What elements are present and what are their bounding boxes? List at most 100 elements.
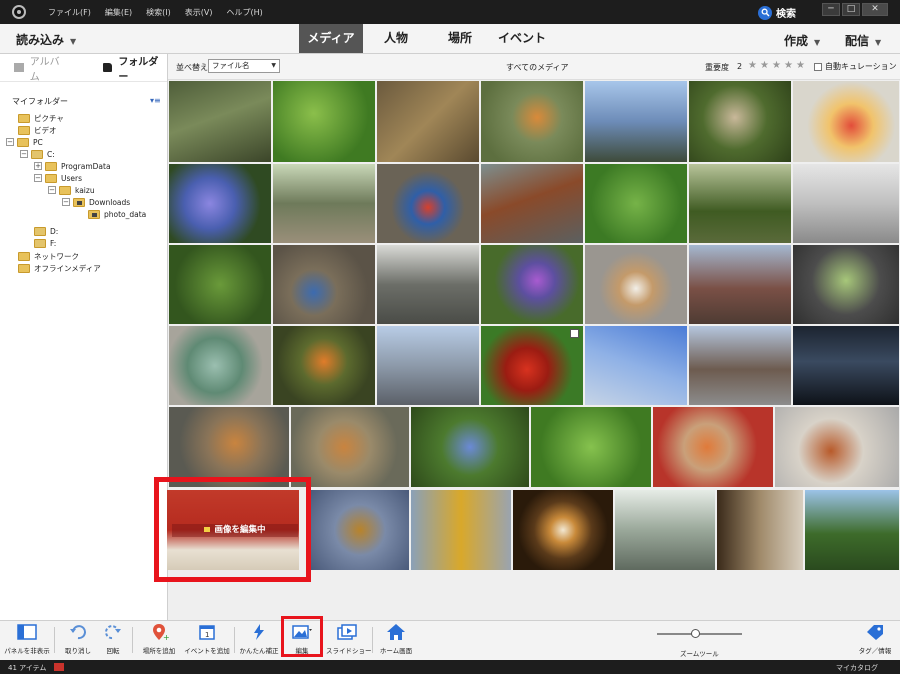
- tag-icon: [864, 623, 886, 641]
- media-thumbnail[interactable]: [169, 326, 271, 405]
- tree-item-kaizu[interactable]: − kaizu: [48, 184, 95, 196]
- media-thumbnail[interactable]: [531, 407, 651, 487]
- zoom-slider-handle[interactable]: [690, 629, 700, 638]
- media-thumbnail[interactable]: [717, 490, 803, 570]
- tree-item-videos[interactable]: ビデオ: [18, 124, 57, 136]
- tab-media[interactable]: メディア: [299, 24, 363, 53]
- media-thumbnail[interactable]: [311, 490, 409, 570]
- media-thumbnail[interactable]: [585, 326, 687, 405]
- import-button[interactable]: 読み込み ▼: [16, 31, 76, 48]
- menu-view[interactable]: 表示(V): [185, 7, 213, 18]
- add-place-button[interactable]: + 場所を追加: [138, 623, 180, 659]
- rotate-button[interactable]: 回転: [98, 623, 128, 659]
- media-thumbnail[interactable]: [689, 164, 791, 243]
- media-thumbnail[interactable]: [513, 490, 613, 570]
- media-thumbnail[interactable]: [481, 164, 583, 243]
- tree-item-network[interactable]: ネットワーク: [18, 250, 79, 262]
- media-thumbnail[interactable]: [585, 245, 687, 324]
- expand-icon[interactable]: +: [34, 162, 42, 170]
- media-thumbnail[interactable]: [411, 490, 511, 570]
- media-thumbnail[interactable]: [169, 245, 271, 324]
- tab-album[interactable]: アルバム: [14, 53, 69, 83]
- media-thumbnail[interactable]: [793, 81, 899, 162]
- status-flag-icon[interactable]: [54, 663, 64, 671]
- list-options-icon[interactable]: ▾≡: [150, 96, 161, 105]
- menu-edit[interactable]: 編集(E): [105, 7, 132, 18]
- menu-file[interactable]: ファイル(F): [48, 7, 91, 18]
- star-icon[interactable]: ★: [772, 60, 781, 71]
- create-button[interactable]: 作成 ▼: [784, 32, 820, 49]
- star-icon[interactable]: ★: [760, 60, 769, 71]
- tree-item-drive-d[interactable]: D:: [34, 225, 58, 237]
- tab-people[interactable]: 人物: [372, 24, 420, 53]
- share-button[interactable]: 配信 ▼: [845, 32, 881, 49]
- media-thumbnail[interactable]: [585, 164, 687, 243]
- media-thumbnail[interactable]: [377, 81, 479, 162]
- tree-item-pictures[interactable]: ピクチャ: [18, 112, 64, 124]
- auto-curate-toggle[interactable]: 自動キュレーション: [814, 61, 897, 72]
- media-thumbnail[interactable]: [481, 326, 583, 405]
- collapse-icon[interactable]: −: [48, 186, 56, 194]
- tags-info-button[interactable]: タグ／情報: [854, 623, 896, 659]
- catalog-name[interactable]: マイカタログ: [836, 663, 878, 673]
- media-thumbnail[interactable]: [273, 81, 375, 162]
- media-thumbnail[interactable]: [775, 407, 899, 487]
- tree-item-pc[interactable]: − PC: [6, 136, 43, 148]
- search-button[interactable]: 検索: [758, 5, 796, 20]
- media-thumbnail[interactable]: [377, 245, 479, 324]
- tree-item-drive-f[interactable]: F:: [34, 237, 56, 249]
- media-thumbnail[interactable]: [291, 407, 409, 487]
- media-thumbnail[interactable]: [273, 164, 375, 243]
- collapse-icon[interactable]: −: [6, 138, 14, 146]
- minimize-button[interactable]: ─: [822, 3, 840, 16]
- home-screen-button[interactable]: ホーム画面: [376, 623, 416, 659]
- tree-item-drive-c[interactable]: − C:: [20, 148, 55, 160]
- media-thumbnail[interactable]: [805, 490, 899, 570]
- media-thumbnail[interactable]: [169, 81, 271, 162]
- maximize-button[interactable]: □: [842, 3, 860, 16]
- media-thumbnail[interactable]: [481, 245, 583, 324]
- media-thumbnail[interactable]: [273, 245, 375, 324]
- media-thumbnail[interactable]: [481, 81, 583, 162]
- media-thumbnail[interactable]: [585, 81, 687, 162]
- star-icon[interactable]: ★: [796, 60, 805, 71]
- sort-select-value: ファイル名: [212, 61, 250, 70]
- close-button[interactable]: ✕: [862, 3, 888, 16]
- tree-item-downloads[interactable]: − Downloads: [62, 196, 130, 208]
- media-thumbnail[interactable]: [689, 326, 791, 405]
- media-thumbnail[interactable]: [793, 164, 899, 243]
- menu-find[interactable]: 検索(I): [146, 7, 171, 18]
- media-thumbnail[interactable]: [793, 326, 899, 405]
- media-thumbnail[interactable]: [377, 326, 479, 405]
- undo-button[interactable]: 取り消し: [60, 623, 96, 659]
- media-thumbnail[interactable]: [411, 407, 529, 487]
- slideshow-button[interactable]: スライドショー: [326, 623, 372, 659]
- media-thumbnail[interactable]: [169, 164, 271, 243]
- media-thumbnail[interactable]: [689, 245, 791, 324]
- media-thumbnail[interactable]: [615, 490, 715, 570]
- collapse-icon[interactable]: −: [62, 198, 70, 206]
- tab-places[interactable]: 場所: [436, 24, 484, 53]
- media-thumbnail[interactable]: [273, 326, 375, 405]
- media-thumbnail[interactable]: [793, 245, 899, 324]
- collapse-icon[interactable]: −: [20, 150, 28, 158]
- panel-toggle-button[interactable]: パネルを非表示: [2, 623, 52, 659]
- tab-events[interactable]: イベント: [494, 24, 550, 53]
- star-icon[interactable]: ★: [784, 60, 793, 71]
- media-thumbnail[interactable]: [653, 407, 773, 487]
- tree-item-programdata[interactable]: + ProgramData: [34, 160, 111, 172]
- tree-item-offline-media[interactable]: オフラインメディア: [18, 262, 101, 274]
- tab-folder[interactable]: フォルダー: [102, 53, 167, 83]
- add-event-button[interactable]: 1 イベントを追加: [184, 623, 230, 659]
- media-thumbnail[interactable]: [169, 407, 289, 487]
- menu-help[interactable]: ヘルプ(H): [226, 7, 262, 18]
- tree-item-users[interactable]: − Users: [34, 172, 82, 184]
- collapse-icon[interactable]: −: [34, 174, 42, 182]
- media-thumbnail[interactable]: [689, 81, 791, 162]
- quick-fix-button[interactable]: かんたん補正: [238, 623, 280, 659]
- media-thumbnail[interactable]: [377, 164, 479, 243]
- star-icon[interactable]: ★: [748, 60, 757, 71]
- sort-select[interactable]: ファイル名 ▼: [208, 59, 280, 73]
- tree-item-photo-data[interactable]: photo_data: [88, 208, 146, 220]
- auto-curate-checkbox[interactable]: [814, 62, 822, 71]
